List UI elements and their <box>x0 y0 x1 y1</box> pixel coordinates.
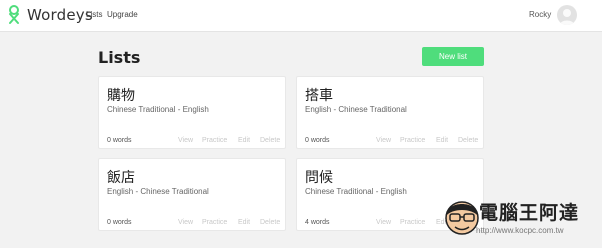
brand-name[interactable]: Wordeys <box>27 6 93 24</box>
delete-link[interactable]: Delete <box>260 219 280 226</box>
list-card[interactable]: 購物 Chinese Traditional - English 0 words… <box>98 76 286 149</box>
view-link[interactable]: View <box>178 137 193 144</box>
logo-icon[interactable] <box>7 5 21 25</box>
list-language-pair: Chinese Traditional - English <box>305 187 407 196</box>
user-silhouette-icon <box>560 9 574 25</box>
list-card[interactable]: 飯店 English - Chinese Traditional 0 words… <box>98 158 286 231</box>
nav-link-lists[interactable]: Lists <box>86 10 102 19</box>
list-title[interactable]: 搭車 <box>305 85 333 105</box>
list-title[interactable]: 問候 <box>305 167 333 187</box>
word-count: 4 words <box>305 219 330 226</box>
top-navbar: Wordeys Lists Upgrade Rocky <box>0 0 602 32</box>
list-language-pair: English - Chinese Traditional <box>107 187 209 196</box>
view-link[interactable]: View <box>376 219 391 226</box>
delete-link[interactable]: Delete <box>260 137 280 144</box>
username[interactable]: Rocky <box>529 10 551 19</box>
new-list-button[interactable]: New list <box>422 47 484 66</box>
nav-link-upgrade[interactable]: Upgrade <box>107 10 138 19</box>
practice-link[interactable]: Practice <box>400 219 425 226</box>
practice-link[interactable]: Practice <box>202 137 227 144</box>
view-link[interactable]: View <box>178 219 193 226</box>
mascot-icon <box>445 201 479 235</box>
delete-link[interactable]: Delete <box>458 137 478 144</box>
list-language-pair: Chinese Traditional - English <box>107 105 209 114</box>
list-title[interactable]: 飯店 <box>107 167 135 187</box>
list-title[interactable]: 購物 <box>107 85 135 105</box>
watermark-url: http://www.kocpc.com.tw <box>476 226 564 235</box>
edit-link[interactable]: Edit <box>238 137 250 144</box>
word-count: 0 words <box>107 137 132 144</box>
word-count: 0 words <box>107 219 132 226</box>
watermark: 電腦王阿達 http://www.kocpc.com.tw <box>440 193 602 248</box>
page-title: Lists <box>98 48 141 67</box>
list-language-pair: English - Chinese Traditional <box>305 105 407 114</box>
view-link[interactable]: View <box>376 137 391 144</box>
word-count: 0 words <box>305 137 330 144</box>
practice-link[interactable]: Practice <box>400 137 425 144</box>
edit-link[interactable]: Edit <box>238 219 250 226</box>
edit-link[interactable]: Edit <box>436 137 448 144</box>
watermark-text: 電腦王阿達 <box>479 202 580 224</box>
avatar[interactable] <box>557 5 577 25</box>
list-card[interactable]: 搭車 English - Chinese Traditional 0 words… <box>296 76 484 149</box>
practice-link[interactable]: Practice <box>202 219 227 226</box>
